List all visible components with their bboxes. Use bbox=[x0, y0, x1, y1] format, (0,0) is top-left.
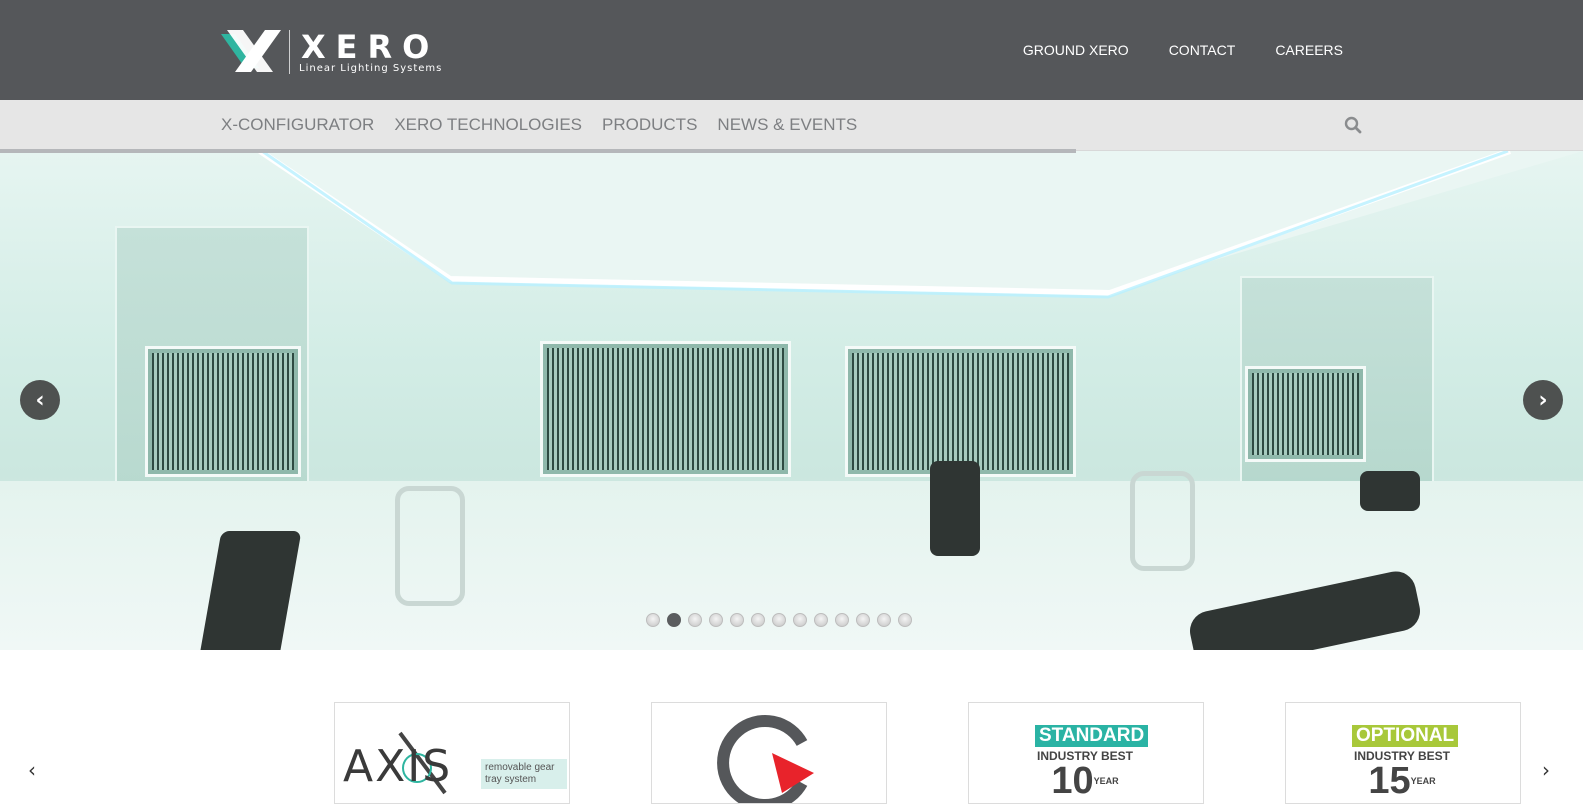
slider-dot[interactable] bbox=[814, 613, 828, 627]
top-link-ground-xero[interactable]: GROUND XERO bbox=[1023, 42, 1129, 58]
carousel-prev-button[interactable]: ‹ bbox=[28, 760, 44, 780]
salon-chair-frame bbox=[395, 486, 465, 606]
slider-dot[interactable] bbox=[898, 613, 912, 627]
slider-next-button[interactable]: › bbox=[1523, 380, 1563, 420]
salon-chair-frame bbox=[1130, 471, 1195, 571]
warranty-badge-label: STANDARD bbox=[1035, 725, 1149, 747]
product-card-optional-warranty[interactable]: OPTIONAL INDUSTRY BEST 15YEAR bbox=[1285, 702, 1521, 804]
salon-window bbox=[540, 341, 791, 477]
warranty-badge: OPTIONAL INDUSTRY BEST 15YEAR bbox=[1352, 725, 1459, 802]
main-nav-items: X-CONFIGURATOR XERO TECHNOLOGIES PRODUCT… bbox=[221, 115, 857, 135]
slider-prev-button[interactable]: ‹ bbox=[20, 380, 60, 420]
top-header: XERO Linear Lighting Systems GROUND XERO… bbox=[0, 0, 1583, 100]
nav-item-x-configurator[interactable]: X-CONFIGURATOR bbox=[221, 115, 374, 135]
slider-dot[interactable] bbox=[772, 613, 786, 627]
warranty-years: 15YEAR bbox=[1368, 760, 1436, 802]
slider-dot[interactable] bbox=[835, 613, 849, 627]
slider-dot[interactable] bbox=[688, 613, 702, 627]
logo-separator bbox=[289, 30, 290, 74]
salon-chair bbox=[1360, 471, 1420, 511]
slider-dot[interactable] bbox=[793, 613, 807, 627]
hero-slider bbox=[0, 151, 1583, 650]
slider-dot[interactable] bbox=[877, 613, 891, 627]
chevron-left-icon: ‹ bbox=[35, 387, 45, 413]
slider-dot[interactable] bbox=[751, 613, 765, 627]
slide-progress-fill bbox=[0, 149, 1077, 153]
carousel-next-button[interactable]: › bbox=[1542, 760, 1558, 780]
slider-dot[interactable] bbox=[646, 613, 660, 627]
product-card-standard-warranty[interactable]: STANDARD INDUSTRY BEST 10YEAR bbox=[968, 702, 1204, 804]
slider-dot[interactable] bbox=[730, 613, 744, 627]
nav-item-xero-technologies[interactable]: XERO TECHNOLOGIES bbox=[394, 115, 582, 135]
warranty-years: 10YEAR bbox=[1051, 760, 1119, 802]
top-link-contact[interactable]: CONTACT bbox=[1169, 42, 1236, 58]
brand-name: XERO bbox=[301, 28, 440, 66]
brand-tagline: Linear Lighting Systems bbox=[299, 63, 443, 74]
salon-chair bbox=[930, 461, 980, 556]
top-links: GROUND XERO CONTACT CAREERS bbox=[1023, 42, 1343, 58]
product-card-axis[interactable]: AXIS removable gear tray system bbox=[334, 702, 570, 804]
warranty-badge-label: OPTIONAL bbox=[1352, 725, 1459, 747]
chevron-right-icon: › bbox=[1542, 758, 1550, 782]
nav-item-products[interactable]: PRODUCTS bbox=[602, 115, 697, 135]
axis-wordmark: AXIS bbox=[343, 741, 453, 792]
slider-dot[interactable] bbox=[709, 613, 723, 627]
search-icon[interactable] bbox=[1344, 116, 1362, 134]
product-logo-icon bbox=[717, 715, 814, 803]
salon-window bbox=[845, 346, 1076, 477]
product-card-logo[interactable] bbox=[651, 702, 887, 804]
slider-pagination bbox=[646, 613, 912, 627]
chevron-left-icon: ‹ bbox=[28, 758, 36, 782]
warranty-badge: STANDARD INDUSTRY BEST 10YEAR bbox=[1035, 725, 1149, 802]
top-link-careers[interactable]: CAREERS bbox=[1275, 42, 1343, 58]
chevron-right-icon: › bbox=[1538, 387, 1548, 413]
slider-dot[interactable] bbox=[856, 613, 870, 627]
salon-window bbox=[145, 346, 301, 477]
slide-progress-bar bbox=[0, 149, 1583, 153]
salon-window bbox=[1245, 366, 1366, 462]
axis-tagline: removable gear tray system bbox=[481, 759, 567, 789]
xero-x-mark-icon bbox=[221, 30, 281, 72]
nav-item-news-events[interactable]: NEWS & EVENTS bbox=[717, 115, 857, 135]
xero-logo[interactable]: XERO Linear Lighting Systems bbox=[221, 28, 501, 78]
slider-dot[interactable] bbox=[667, 613, 681, 627]
